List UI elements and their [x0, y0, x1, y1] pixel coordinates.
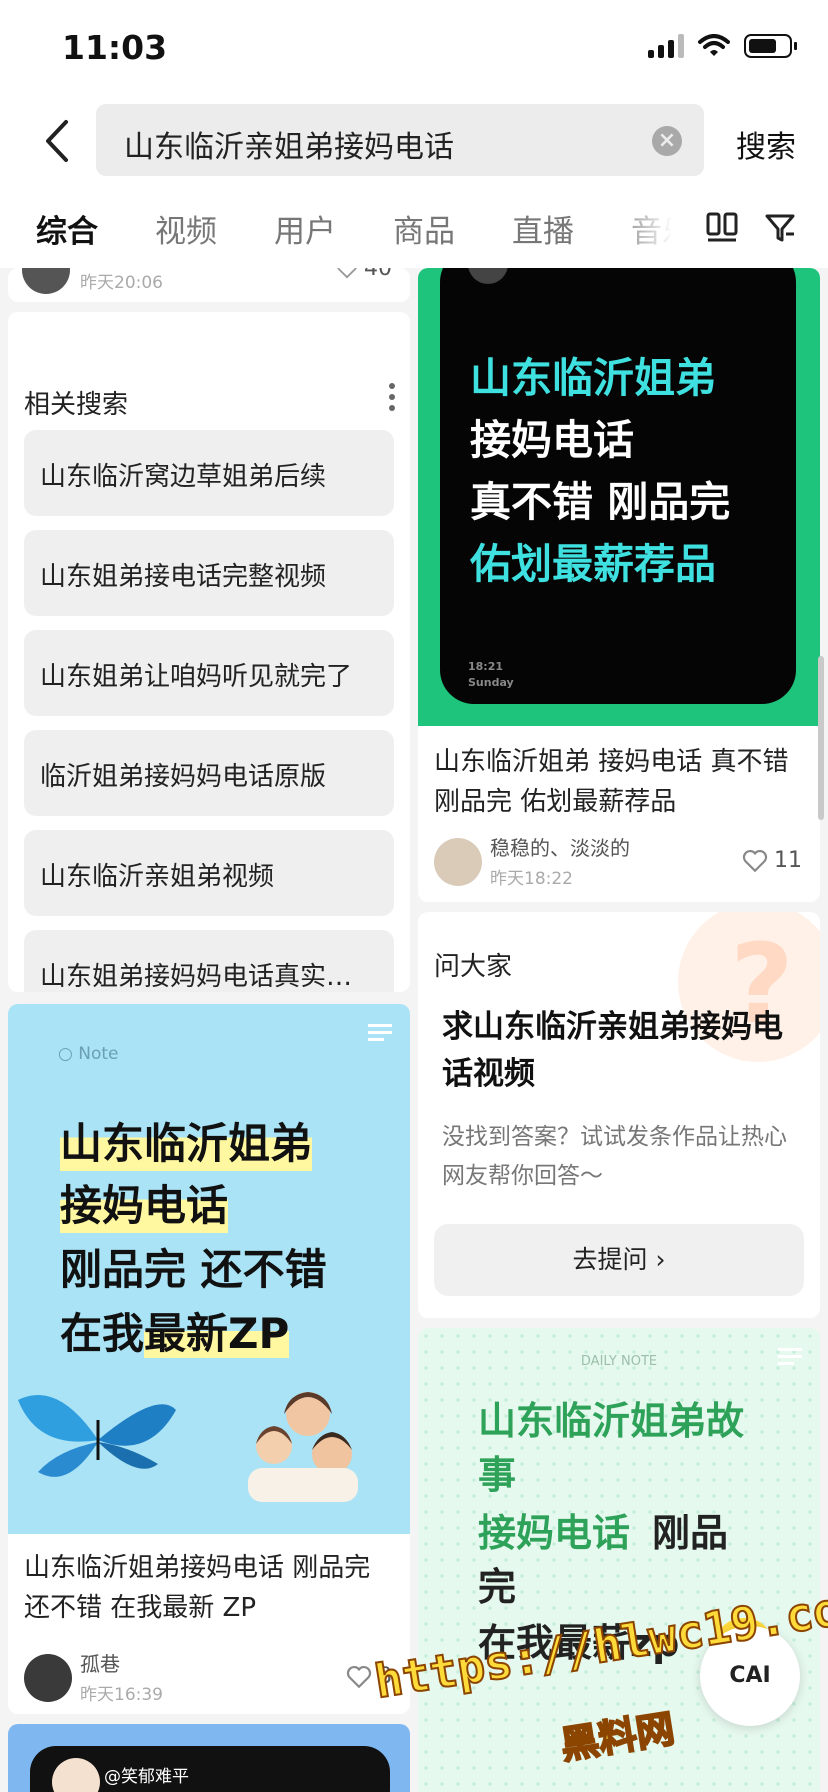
- cover-header: DAILY NOTE: [580, 1354, 658, 1369]
- status-bar: 11:03: [0, 0, 828, 100]
- back-arrow-icon[interactable]: [38, 118, 78, 164]
- result-tabs: 综合 视频 用户 商品 直播 音乐: [0, 182, 828, 268]
- menu-icon: [778, 1348, 802, 1365]
- cover-time: 18:21: [468, 660, 504, 673]
- cover-text: 最新ZP: [144, 1309, 290, 1358]
- wifi-icon: [698, 34, 730, 56]
- related-search-item[interactable]: 临沂姐弟接妈妈电话原版: [24, 730, 394, 816]
- related-search-item[interactable]: 山东姐弟让咱妈听见就完了: [24, 630, 394, 716]
- cover-text: 刚品完 还不错: [60, 1245, 327, 1294]
- post-card[interactable]: @笑郁难平: [8, 1724, 410, 1792]
- cover-text: 山东临沂姐弟: [60, 1110, 313, 1171]
- related-search-item[interactable]: 山东姐弟接妈妈电话真实…: [24, 930, 394, 992]
- cover-day: Sunday: [468, 676, 514, 689]
- tab-video[interactable]: 视频: [155, 206, 217, 251]
- cover-text: 佑划最薪荐品: [470, 540, 716, 588]
- post-time: 昨天16:39: [80, 1685, 163, 1705]
- partial-post-card[interactable]: 昨天20:06 40: [8, 268, 410, 302]
- avatar: [22, 268, 70, 294]
- heart-icon: [337, 268, 357, 278]
- post-cover-image: ○ Note 山东临沂姐弟 接妈电话 刚品完 还不错 在我最新ZP: [8, 1004, 410, 1534]
- ask-community-card: ? 问大家 求山东临沂亲姐弟接妈电话视频 没找到答案？试试发条作品让热心网友帮你…: [418, 912, 820, 1318]
- post-title: 山东临沂姐弟 接妈电话 真不错 刚品完 佑划最薪荐品: [434, 747, 789, 817]
- heart-icon: [346, 1665, 372, 1688]
- heart-icon: [742, 849, 768, 872]
- tab-products[interactable]: 商品: [393, 206, 455, 251]
- cover-text: 接妈电话: [60, 1172, 229, 1233]
- cover-text: 山东临沂姐弟: [470, 354, 716, 402]
- author-avatar[interactable]: [24, 1654, 72, 1702]
- tab-all[interactable]: 综合: [36, 206, 98, 251]
- related-searches: 相关搜索 山东临沂窝边草姐弟后续 山东姐弟接电话完整视频 山东姐弟让咱妈听见就完…: [8, 312, 410, 992]
- cover-text: 刚品: [652, 1511, 729, 1555]
- cover-text: 在我: [60, 1309, 145, 1358]
- author-name[interactable]: 孤巷: [80, 1648, 120, 1677]
- family-avatar-icon: [248, 1392, 358, 1502]
- ask-label: 问大家: [434, 952, 513, 982]
- tab-live[interactable]: 直播: [512, 206, 574, 251]
- author-name: @笑郁难平: [104, 1767, 189, 1787]
- status-time: 11:03: [62, 28, 168, 67]
- cover-text: 事: [478, 1453, 517, 1497]
- ask-question: 求山东临沂亲姐弟接妈电话视频: [442, 1009, 783, 1092]
- post-card[interactable]: ○ Note 山东临沂姐弟 接妈电话 刚品完 还不错 在我最新ZP 山东临沂姐弟…: [8, 1004, 410, 1714]
- related-search-item[interactable]: 山东临沂窝边草姐弟后续: [24, 430, 394, 516]
- cover-text: 接妈电话: [470, 416, 634, 464]
- cover-text: 完: [478, 1565, 517, 1609]
- more-options-icon[interactable]: [388, 382, 396, 412]
- post-cover-image: 山东临沂姐弟 接妈电话 真不错 刚品完 佑划最薪荐品 18:21 Sunday: [418, 268, 820, 726]
- like-count[interactable]: 11: [742, 848, 802, 873]
- ask-question-button[interactable]: 去提问 ›: [434, 1224, 804, 1296]
- ask-subtitle: 没找到答案？试试发条作品让热心网友帮你回答～: [442, 1124, 787, 1189]
- post-title: 山东临沂姐弟接妈电话 刚品完 还不错 在我最新 ZP: [24, 1553, 371, 1623]
- cover-text: 山东临沂姐弟故: [478, 1399, 745, 1443]
- related-search-item[interactable]: 山东姐弟接电话完整视频: [24, 530, 394, 616]
- author-name[interactable]: 稳稳的、淡淡的: [490, 832, 630, 861]
- filter-icon[interactable]: [764, 212, 796, 244]
- butterfly-icon: [18, 1395, 176, 1477]
- search-query: 山东临沂亲姐弟接妈电话: [124, 130, 454, 165]
- cover-text: 接妈电话: [478, 1511, 631, 1555]
- cellular-signal-icon: [648, 34, 684, 58]
- scrollbar[interactable]: [818, 656, 824, 820]
- search-header: 山东临沂亲姐弟接妈电话 × 搜索: [0, 100, 828, 182]
- cover-text: 真不错 刚品完: [470, 478, 731, 526]
- note-label: ○ Note: [58, 1044, 119, 1064]
- search-input[interactable]: 山东临沂亲姐弟接妈电话 ×: [96, 104, 704, 176]
- search-button[interactable]: 搜索: [736, 122, 796, 166]
- post-time: 昨天18:22: [490, 869, 573, 889]
- post-time: 昨天20:06: [80, 273, 163, 293]
- author-avatar[interactable]: [434, 838, 482, 886]
- related-title: 相关搜索: [24, 390, 129, 420]
- clear-search-icon[interactable]: ×: [652, 126, 682, 156]
- like-count[interactable]: 40: [336, 268, 392, 281]
- battery-icon: [744, 34, 797, 58]
- menu-icon: [368, 1024, 392, 1041]
- tab-users[interactable]: 用户: [274, 206, 336, 251]
- post-card[interactable]: 山东临沂姐弟 接妈电话 真不错 刚品完 佑划最薪荐品 18:21 Sunday …: [418, 268, 820, 902]
- layout-toggle-icon[interactable]: [706, 212, 738, 242]
- related-search-item[interactable]: 山东临沂亲姐弟视频: [24, 830, 394, 916]
